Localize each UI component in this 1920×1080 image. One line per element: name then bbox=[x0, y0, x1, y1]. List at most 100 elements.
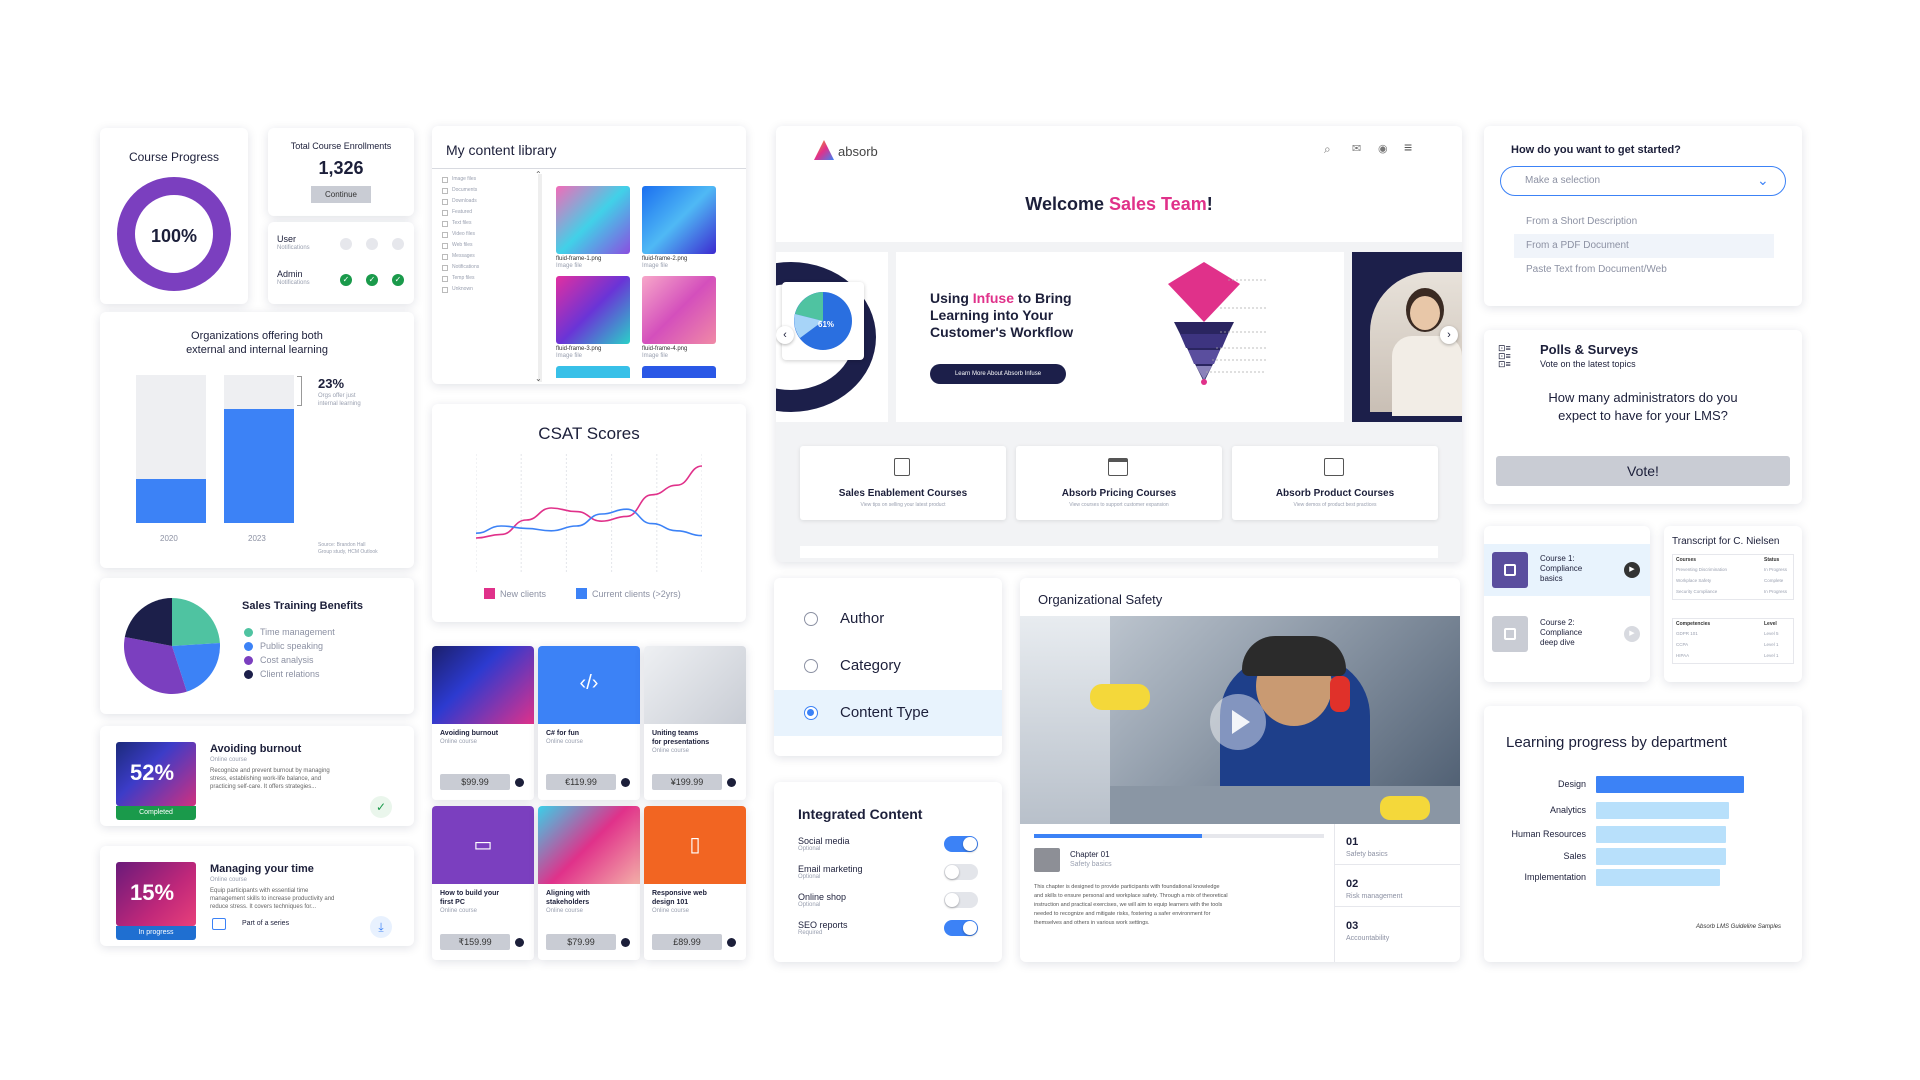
add-to-cart-icon[interactable] bbox=[515, 778, 524, 787]
file-thumbnail[interactable] bbox=[556, 186, 630, 254]
funnel-diagram bbox=[1168, 262, 1266, 385]
user-toggle-1[interactable] bbox=[340, 238, 352, 250]
toggle-email-marketing[interactable] bbox=[944, 864, 978, 880]
toggle-social-media[interactable] bbox=[944, 836, 978, 852]
search-icon[interactable]: ⌕ bbox=[1324, 142, 1331, 157]
checkbox[interactable] bbox=[442, 199, 448, 205]
bracket bbox=[297, 376, 302, 406]
filter-checkbox-row[interactable]: Video files bbox=[442, 231, 522, 241]
pricing-courses-tile[interactable]: Absorb Pricing Courses View courses to s… bbox=[1016, 446, 1222, 520]
checkbox[interactable] bbox=[442, 276, 448, 282]
check-icon[interactable]: ✓ bbox=[366, 274, 378, 286]
user-toggle-3[interactable] bbox=[392, 238, 404, 250]
time-card[interactable]: 15% In progress Managing your time Onlin… bbox=[100, 846, 414, 946]
play-icon[interactable]: ▶ bbox=[1624, 626, 1640, 642]
checkbox[interactable] bbox=[442, 232, 448, 238]
chapter-num[interactable]: 01 bbox=[1346, 836, 1358, 848]
chapter-num[interactable]: 02 bbox=[1346, 878, 1358, 890]
filter-checkbox-row[interactable]: Downloads bbox=[442, 198, 522, 208]
dept-label: Analytics bbox=[1549, 805, 1586, 815]
check-icon[interactable]: ✓ bbox=[392, 274, 404, 286]
checkbox[interactable] bbox=[442, 287, 448, 293]
file-thumbnail[interactable] bbox=[556, 276, 630, 344]
check-icon[interactable]: ✓ bbox=[340, 274, 352, 286]
filter-checkbox-row[interactable]: Image files bbox=[442, 176, 522, 186]
option-pdf-document[interactable]: From a PDF Document bbox=[1526, 240, 1629, 251]
download-icon[interactable]: ⤓ bbox=[370, 916, 392, 938]
course-item-1[interactable]: Course 1: Compliance basics ▶ bbox=[1484, 544, 1650, 596]
add-to-cart-icon[interactable] bbox=[727, 778, 736, 787]
continue-button[interactable]: Continue bbox=[311, 186, 371, 203]
user-toggle-2[interactable] bbox=[366, 238, 378, 250]
scroll-up-icon[interactable]: ⌃ bbox=[535, 170, 542, 179]
radio-category-label[interactable]: Category bbox=[840, 657, 901, 674]
filter-checkbox-row[interactable]: Notifications bbox=[442, 264, 522, 274]
orgs-chart-card: Organizations offering both external and… bbox=[100, 312, 414, 568]
checkbox[interactable] bbox=[442, 265, 448, 271]
shop-course-card[interactable]: ▭ How to build your first PC Online cour… bbox=[432, 806, 534, 960]
enrollments-title: Total Course Enrollments bbox=[290, 141, 392, 151]
shop-course-card[interactable]: ‹/› C# for fun Online course €119.99 bbox=[538, 646, 640, 800]
add-to-cart-icon[interactable] bbox=[515, 938, 524, 947]
course-item-2[interactable]: Course 2: Compliance deep dive ▶ bbox=[1484, 608, 1650, 660]
toggle-seo-reports[interactable] bbox=[944, 920, 978, 936]
selection-dropdown[interactable]: Make a selection ⌄ bbox=[1500, 166, 1786, 196]
filter-checkbox-row[interactable]: Temp files bbox=[442, 275, 522, 285]
shop-course-card[interactable]: Aligning with stakeholders Online course… bbox=[538, 806, 640, 960]
radio-author[interactable] bbox=[804, 612, 818, 626]
checkbox[interactable] bbox=[442, 210, 448, 216]
filter-checkbox-row[interactable]: Web files bbox=[442, 242, 522, 252]
add-to-cart-icon[interactable] bbox=[727, 938, 736, 947]
carousel-prev-button[interactable]: ‹ bbox=[776, 326, 794, 344]
dept-bar bbox=[1596, 776, 1744, 793]
shop-course-card[interactable]: Uniting teams for presentations Online c… bbox=[644, 646, 746, 800]
radio-content-type[interactable] bbox=[804, 706, 818, 720]
add-to-cart-icon[interactable] bbox=[621, 778, 630, 787]
file-thumbnail[interactable] bbox=[642, 186, 716, 254]
radio-author-label[interactable]: Author bbox=[840, 610, 884, 627]
checkbox[interactable] bbox=[442, 188, 448, 194]
vote-button[interactable]: Vote! bbox=[1496, 456, 1790, 486]
checkbox[interactable] bbox=[442, 243, 448, 249]
filter-checkbox-row[interactable]: Documents bbox=[442, 187, 522, 197]
course-progress-title: Course Progress bbox=[128, 150, 220, 164]
radio-content-type-label[interactable]: Content Type bbox=[840, 704, 929, 721]
video-player[interactable] bbox=[1020, 616, 1460, 824]
filter-checkbox-row[interactable]: Text files bbox=[442, 220, 522, 230]
orgs-chart-title: Organizations offering both bbox=[191, 330, 323, 342]
checkbox[interactable] bbox=[442, 221, 448, 227]
checkbox[interactable] bbox=[442, 254, 448, 260]
carousel-next-button[interactable]: › bbox=[1440, 326, 1458, 344]
dept-label: Human Resources bbox=[1511, 829, 1586, 839]
monitor-icon bbox=[1324, 458, 1344, 476]
radio-category[interactable] bbox=[804, 659, 818, 673]
product-courses-tile[interactable]: Absorb Product Courses View demos of pro… bbox=[1232, 446, 1438, 520]
completed-badge: Completed bbox=[116, 806, 196, 820]
filter-checkbox-row[interactable]: Messages bbox=[442, 253, 522, 263]
checkbox[interactable] bbox=[442, 177, 448, 183]
scrollbar[interactable] bbox=[538, 174, 542, 382]
sales-enablement-tile[interactable]: Sales Enablement Courses View tips on se… bbox=[800, 446, 1006, 520]
bar-annotation-pct: 23% bbox=[318, 376, 345, 391]
option-short-description[interactable]: From a Short Description bbox=[1526, 216, 1637, 227]
mail-icon[interactable]: ✉ bbox=[1352, 142, 1361, 155]
org-safety-card: Organizational Safety Chapter 01 Safety … bbox=[1020, 578, 1460, 962]
filter-checkbox-row[interactable]: Featured bbox=[442, 209, 522, 219]
shop-course-card[interactable]: Avoiding burnout Online course $99.99 bbox=[432, 646, 534, 800]
burnout-card[interactable]: 52% Completed Avoiding burnout Online co… bbox=[100, 726, 414, 826]
filter-checkbox-row[interactable]: Unknown bbox=[442, 286, 522, 296]
shop-course-card[interactable]: ▯ Responsive web design 101 Online cours… bbox=[644, 806, 746, 960]
hamburger-menu-icon[interactable]: ≡ bbox=[1404, 139, 1412, 155]
learn-more-button[interactable]: Learn More About Absorb Infuse bbox=[930, 364, 1066, 384]
add-to-cart-icon[interactable] bbox=[621, 938, 630, 947]
option-paste-text[interactable]: Paste Text from Document/Web bbox=[1526, 264, 1667, 275]
chapter-num[interactable]: 03 bbox=[1346, 920, 1358, 932]
scroll-down-icon[interactable]: ⌄ bbox=[535, 374, 542, 383]
play-button-icon[interactable] bbox=[1210, 694, 1266, 750]
profile-icon[interactable]: ◉ bbox=[1378, 142, 1388, 155]
dept-label: Design bbox=[1557, 779, 1586, 789]
chevron-down-icon: ⌄ bbox=[1757, 172, 1769, 188]
file-thumbnail[interactable] bbox=[642, 276, 716, 344]
toggle-online-shop[interactable] bbox=[944, 892, 978, 908]
play-icon[interactable]: ▶ bbox=[1624, 562, 1640, 578]
